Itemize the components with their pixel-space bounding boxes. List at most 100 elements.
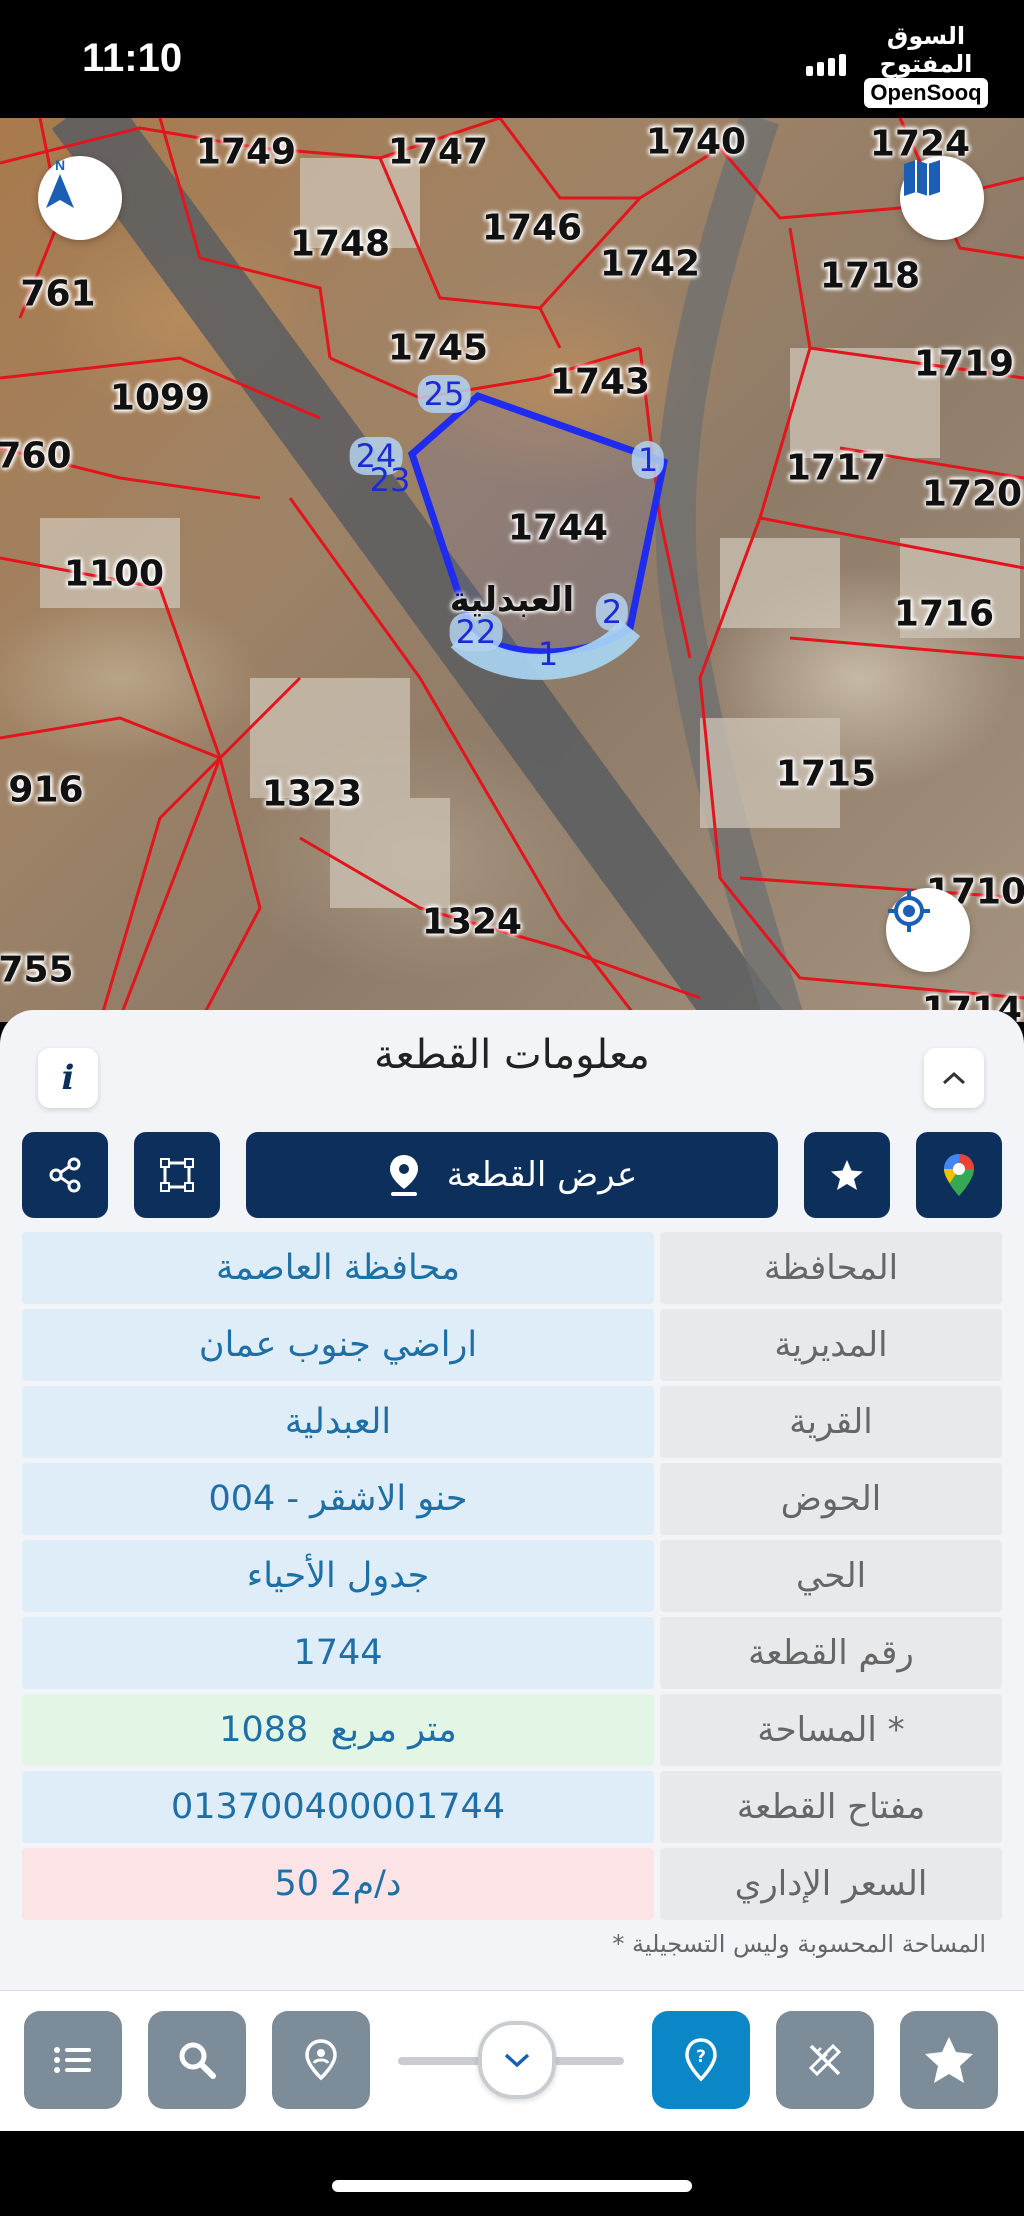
table-row: المديرية اراضي جنوب عمان xyxy=(22,1309,1002,1381)
status-time: 11:10 xyxy=(82,36,183,80)
parcel-label[interactable]: 1746 xyxy=(482,208,582,249)
row-value-village: العبدلية xyxy=(22,1386,654,1458)
view-parcel-label: عرض القطعة xyxy=(446,1155,638,1195)
svg-text:N: N xyxy=(55,157,65,173)
parcel-label[interactable]: 1743 xyxy=(550,362,650,403)
parcel-label[interactable]: 760 xyxy=(0,436,72,477)
parcel-label[interactable]: 1100 xyxy=(64,554,164,595)
row-value-basin: حنو الاشقر - 004 xyxy=(22,1463,654,1535)
home-indicator xyxy=(332,2180,692,2192)
info-icon: i xyxy=(61,1058,75,1098)
brand-arabic: السوق المفتوح xyxy=(879,22,973,78)
vertex-label: 23 xyxy=(369,461,411,499)
sheet-toggle-handle[interactable] xyxy=(478,2021,556,2099)
row-value-directorate: اراضي جنوب عمان xyxy=(22,1309,654,1381)
parcel-label[interactable]: 1742 xyxy=(600,244,700,285)
parcel-label[interactable]: 1740 xyxy=(646,122,746,163)
row-label-admin-price: السعر الإداري xyxy=(660,1848,1002,1920)
search-button[interactable] xyxy=(148,2011,246,2109)
measure-area-button[interactable] xyxy=(134,1132,220,1218)
table-row: رقم القطعة 1744 xyxy=(22,1617,1002,1689)
area-footnote: * المساحة المحسوبة وليس التسجيلية xyxy=(612,1930,986,1958)
parcel-label[interactable]: 1745 xyxy=(388,328,488,369)
parcel-info-sheet: معلومات القطعة i عرض القطعة المحافظة محا… xyxy=(0,1010,1024,2130)
folded-map-icon xyxy=(904,160,940,196)
compass-icon: N xyxy=(46,157,74,208)
table-row: السعر الإداري 50 د/م2 xyxy=(22,1848,1002,1920)
row-value-parcel-key: 013700400001744 xyxy=(22,1771,654,1843)
search-icon xyxy=(179,2042,216,2079)
parcel-label[interactable]: 1718 xyxy=(820,256,920,297)
parcel-label[interactable]: 1324 xyxy=(422,902,522,943)
clear-tools-button[interactable] xyxy=(776,2011,874,2109)
map-pin-icon xyxy=(389,1155,418,1196)
row-value-area: 1088 متر مربع xyxy=(22,1694,654,1766)
compass-north-button[interactable]: N xyxy=(38,156,122,240)
location-search-button[interactable] xyxy=(272,2011,370,2109)
row-label-directorate: المديرية xyxy=(660,1309,1002,1381)
parcel-label[interactable]: 1717 xyxy=(786,448,886,489)
table-row: الحي جدول الأحياء xyxy=(22,1540,1002,1612)
list-icon xyxy=(54,2047,91,2073)
polygon-select-icon xyxy=(160,1158,194,1192)
table-row: الحوض حنو الاشقر - 004 xyxy=(22,1463,1002,1535)
parcel-label[interactable]: 1720 xyxy=(922,474,1022,515)
vertex-label: 2 xyxy=(595,593,629,631)
parcel-label[interactable]: 1323 xyxy=(262,774,362,815)
chevron-up-icon xyxy=(942,1071,966,1085)
table-row: المحافظة محافظة العاصمة xyxy=(22,1232,1002,1304)
map-layers-button[interactable] xyxy=(900,156,984,240)
crosshair-icon xyxy=(888,890,930,932)
parcel-label[interactable]: 761 xyxy=(20,274,95,315)
view-parcel-button[interactable]: عرض القطعة xyxy=(246,1132,778,1218)
row-value-parcel-number: 1744 xyxy=(22,1617,654,1689)
sheet-title: معلومات القطعة xyxy=(374,1032,650,1078)
svg-text:?: ? xyxy=(696,2047,706,2067)
row-label-village: القرية xyxy=(660,1386,1002,1458)
village-label: العبدلية xyxy=(449,580,575,620)
parcel-label[interactable]: 1749 xyxy=(196,132,296,173)
row-value-neighborhood: جدول الأحياء xyxy=(22,1540,654,1612)
ruler-pencil-off-icon xyxy=(808,2043,842,2077)
parcel-label[interactable]: 755 xyxy=(0,950,74,991)
list-button[interactable] xyxy=(24,2011,122,2109)
bottom-toolbar: ? xyxy=(0,1990,1024,2131)
row-label-area: المساحة * xyxy=(660,1694,1002,1766)
parcel-label[interactable]: 1747 xyxy=(388,132,488,173)
table-row: مفتاح القطعة 013700400001744 xyxy=(22,1771,1002,1843)
share-button[interactable] xyxy=(22,1132,108,1218)
opensooq-logo: السوق المفتوح OpenSooq xyxy=(854,22,998,108)
parcel-label[interactable]: 916 xyxy=(8,770,83,811)
chevron-down-icon xyxy=(504,2053,530,2068)
google-maps-button[interactable] xyxy=(916,1132,1002,1218)
collapse-sheet-button[interactable] xyxy=(924,1048,984,1108)
parcel-info-table: المحافظة محافظة العاصمة المديرية اراضي ج… xyxy=(22,1232,1002,1925)
parcel-label[interactable]: 1099 xyxy=(110,378,210,419)
row-label-parcel-number: رقم القطعة xyxy=(660,1617,1002,1689)
share-icon xyxy=(49,1157,81,1193)
parcel-label[interactable]: 1715 xyxy=(776,754,876,795)
location-pin-icon xyxy=(305,2039,337,2081)
help-location-button[interactable]: ? xyxy=(652,2011,750,2109)
my-location-button[interactable] xyxy=(886,888,970,972)
parcel-label[interactable]: 1748 xyxy=(290,224,390,265)
row-value-governorate: محافظة العاصمة xyxy=(22,1232,654,1304)
table-row: القرية العبدلية xyxy=(22,1386,1002,1458)
row-label-basin: الحوض xyxy=(660,1463,1002,1535)
vertex-label: 1 xyxy=(631,441,665,479)
favorite-button[interactable] xyxy=(804,1132,890,1218)
star-icon xyxy=(925,2037,973,2083)
pin-question-icon: ? xyxy=(685,2038,717,2082)
row-label-parcel-key: مفتاح القطعة xyxy=(660,1771,1002,1843)
row-label-governorate: المحافظة xyxy=(660,1232,1002,1304)
map-view[interactable]: 1749 1747 1740 1724 1748 1746 1742 1718 … xyxy=(0,118,1024,1022)
parcel-label[interactable]: 1716 xyxy=(894,594,994,635)
vertex-label: 25 xyxy=(417,375,471,413)
parcel-label[interactable]: 1744 xyxy=(508,508,608,549)
favorites-button[interactable] xyxy=(900,2011,998,2109)
signal-icon xyxy=(806,54,846,76)
info-button[interactable]: i xyxy=(38,1048,98,1108)
parcel-label[interactable]: 1719 xyxy=(914,344,1014,385)
vertex-label: 1 xyxy=(537,635,559,673)
row-value-admin-price: 50 د/م2 xyxy=(22,1848,654,1920)
